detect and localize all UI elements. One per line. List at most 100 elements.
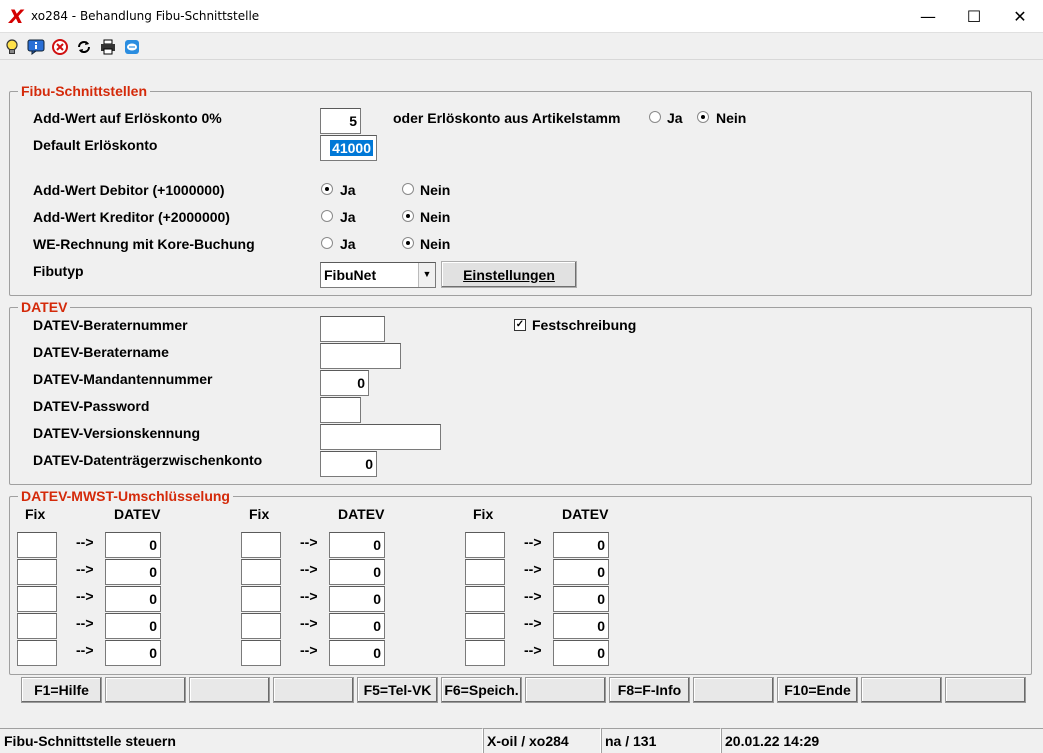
info-icon[interactable] — [27, 38, 45, 56]
fkey-f10-button[interactable]: F10=Ende — [777, 677, 858, 703]
chevron-down-icon[interactable]: ▼ — [418, 263, 435, 287]
artikelstamm-ja-radio[interactable] — [649, 111, 661, 123]
app-logo-icon: X — [9, 6, 24, 28]
mwst-arrow: --> — [76, 642, 94, 658]
fkey-empty-button[interactable] — [105, 677, 186, 703]
mwst-arrow: --> — [76, 534, 94, 550]
print-icon[interactable] — [99, 38, 117, 56]
mwst-arrow: --> — [300, 561, 318, 577]
debitor-ja-label: Ja — [340, 182, 356, 198]
mwst-datev-input[interactable]: 0 — [105, 532, 161, 558]
datev-header: DATEV — [114, 506, 161, 522]
mwst-fix-input[interactable] — [465, 559, 505, 585]
mwst-datev-input[interactable]: 0 — [105, 613, 161, 639]
fkey-f1-button[interactable]: F1=Hilfe — [21, 677, 102, 703]
mwst-datev-input[interactable]: 0 — [105, 559, 161, 585]
mandantennummer-input[interactable]: 0 — [320, 370, 369, 396]
artikelstamm-label: oder Erlöskonto aus Artikelstamm — [393, 110, 621, 126]
mwst-datev-input[interactable]: 0 — [105, 640, 161, 666]
fibu-legend: Fibu-Schnittstellen — [18, 83, 150, 99]
minimize-button[interactable]: — — [905, 0, 951, 33]
fkey-empty-button[interactable] — [861, 677, 942, 703]
addwert-input[interactable]: 5 — [320, 108, 361, 134]
einstellungen-button[interactable]: Einstellungen — [441, 261, 577, 288]
mwst-datev-input[interactable]: 0 — [553, 640, 609, 666]
versionskennung-input[interactable] — [320, 424, 441, 450]
fkey-empty-button[interactable] — [189, 677, 270, 703]
datev-header: DATEV — [562, 506, 609, 522]
fkey-f8-button[interactable]: F8=F-Info — [609, 677, 690, 703]
fkey-f6-button[interactable]: F6=Speich. — [441, 677, 522, 703]
mwst-arrow: --> — [300, 615, 318, 631]
mwst-datev-input[interactable]: 0 — [329, 613, 385, 639]
lightbulb-icon[interactable] — [3, 38, 21, 56]
fkey-empty-button[interactable] — [525, 677, 606, 703]
beraternummer-label: DATEV-Beraternummer — [33, 317, 188, 333]
mwst-fix-input[interactable] — [241, 586, 281, 612]
mwst-datev-input[interactable]: 0 — [329, 559, 385, 585]
fibutyp-select[interactable]: FibuNet ▼ — [320, 262, 436, 288]
mwst-fix-input[interactable] — [241, 613, 281, 639]
status-message: Fibu-Schnittstelle steuern — [0, 728, 482, 753]
kreditor-label: Add-Wert Kreditor (+2000000) — [33, 209, 230, 225]
kreditor-nein-radio[interactable] — [402, 210, 414, 222]
mwst-arrow: --> — [524, 534, 542, 550]
mwst-fix-input[interactable] — [465, 613, 505, 639]
debitor-ja-radio[interactable] — [321, 183, 333, 195]
artikelstamm-nein-radio[interactable] — [697, 111, 709, 123]
beraternummer-input[interactable] — [320, 316, 385, 342]
default-erloeskonto-input[interactable]: 41000 — [320, 135, 377, 161]
mwst-arrow: --> — [76, 561, 94, 577]
mwst-datev-input[interactable]: 0 — [329, 640, 385, 666]
fkey-empty-button[interactable] — [945, 677, 1026, 703]
mwst-fix-input[interactable] — [17, 613, 57, 639]
mwst-arrow: --> — [524, 561, 542, 577]
we-rechnung-nein-label: Nein — [420, 236, 451, 252]
mwst-arrow: --> — [76, 615, 94, 631]
chat-icon[interactable] — [123, 38, 141, 56]
artikelstamm-ja-label: Ja — [667, 110, 683, 126]
beratername-input[interactable] — [320, 343, 401, 369]
festschreibung-checkbox[interactable]: ✓ — [514, 319, 526, 331]
cancel-icon[interactable] — [51, 38, 69, 56]
fkey-empty-button[interactable] — [693, 677, 774, 703]
mwst-arrow: --> — [524, 615, 542, 631]
mwst-datev-input[interactable]: 0 — [553, 586, 609, 612]
password-input[interactable] — [320, 397, 361, 423]
mwst-fix-input[interactable] — [17, 586, 57, 612]
kreditor-ja-radio[interactable] — [321, 210, 333, 222]
mwst-fix-input[interactable] — [17, 532, 57, 558]
beratername-label: DATEV-Beratername — [33, 344, 169, 360]
fibutyp-value: FibuNet — [324, 267, 377, 283]
mwst-datev-input[interactable]: 0 — [553, 613, 609, 639]
we-rechnung-nein-radio[interactable] — [402, 237, 414, 249]
default-erloeskonto-value: 41000 — [330, 140, 373, 156]
mwst-datev-input[interactable]: 0 — [329, 586, 385, 612]
debitor-nein-radio[interactable] — [402, 183, 414, 195]
mwst-fix-input[interactable] — [241, 532, 281, 558]
maximize-button[interactable]: ☐ — [951, 0, 997, 33]
mwst-fix-input[interactable] — [465, 586, 505, 612]
mwst-fix-input[interactable] — [465, 532, 505, 558]
fkey-f5-button[interactable]: F5=Tel-VK — [357, 677, 438, 703]
we-rechnung-ja-radio[interactable] — [321, 237, 333, 249]
mwst-datev-input[interactable]: 0 — [553, 559, 609, 585]
mwst-datev-input[interactable]: 0 — [105, 586, 161, 612]
mwst-arrow: --> — [76, 588, 94, 604]
status-datetime: 20.01.22 14:29 — [720, 728, 1043, 753]
mwst-fix-input[interactable] — [465, 640, 505, 666]
refresh-icon[interactable] — [75, 38, 93, 56]
mwst-legend: DATEV-MWST-Umschlüsselung — [18, 488, 233, 504]
fkey-empty-button[interactable] — [273, 677, 354, 703]
close-button[interactable]: ✕ — [997, 0, 1043, 33]
debitor-label: Add-Wert Debitor (+1000000) — [33, 182, 225, 198]
mwst-fix-input[interactable] — [17, 559, 57, 585]
mwst-datev-input[interactable]: 0 — [329, 532, 385, 558]
addwert-label: Add-Wert auf Erlöskonto 0% — [33, 110, 222, 126]
zwischenkonto-input[interactable]: 0 — [320, 451, 377, 477]
mwst-datev-input[interactable]: 0 — [553, 532, 609, 558]
mwst-fix-input[interactable] — [17, 640, 57, 666]
title-bar: X xo284 - Behandlung Fibu-Schnittstelle … — [0, 0, 1043, 33]
mwst-fix-input[interactable] — [241, 640, 281, 666]
mwst-fix-input[interactable] — [241, 559, 281, 585]
